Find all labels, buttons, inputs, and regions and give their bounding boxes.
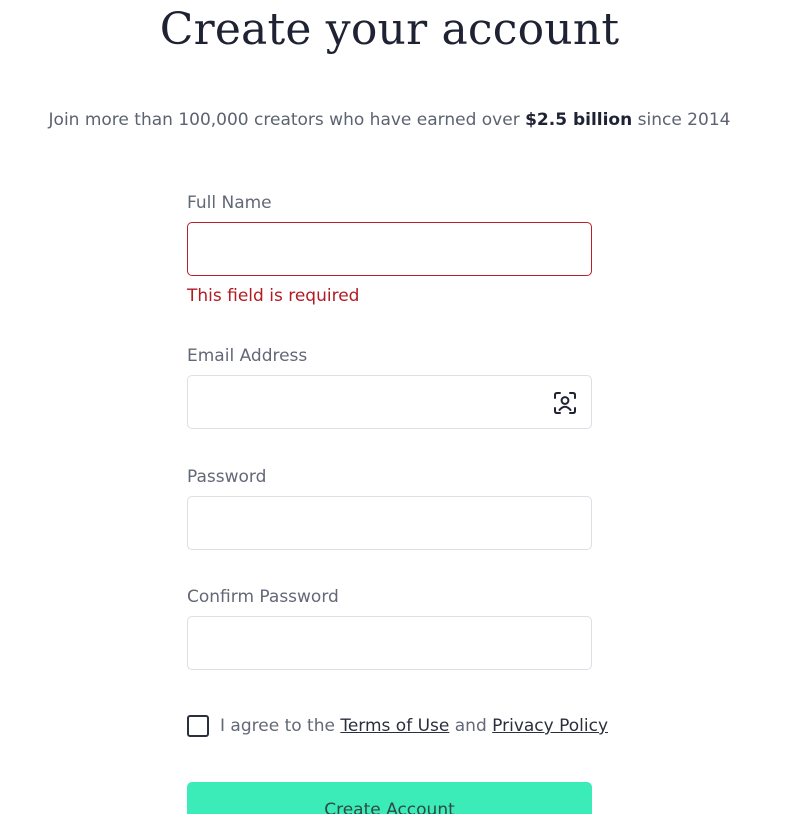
subtitle-suffix: since 2014 xyxy=(632,110,731,130)
agree-middle: and xyxy=(449,716,493,736)
page-subtitle: Join more than 100,000 creators who have… xyxy=(0,108,779,132)
full-name-field[interactable] xyxy=(187,222,592,276)
agree-text: I agree to the Terms of Use and Privacy … xyxy=(220,714,608,738)
signup-page: Create your account Join more than 100,0… xyxy=(0,0,795,814)
full-name-label: Full Name xyxy=(187,193,272,213)
create-account-button[interactable]: Create Account xyxy=(187,782,592,814)
password-label: Password xyxy=(187,467,267,487)
password-field[interactable] xyxy=(187,496,592,550)
contact-autofill-icon[interactable] xyxy=(552,390,578,416)
terms-of-use-link[interactable]: Terms of Use xyxy=(340,716,449,736)
subtitle-prefix: Join more than 100,000 creators who have… xyxy=(48,110,526,130)
subtitle-highlight: $2.5 billion xyxy=(525,110,633,130)
confirm-password-label: Confirm Password xyxy=(187,587,339,607)
full-name-error: This field is required xyxy=(187,286,360,306)
privacy-policy-link[interactable]: Privacy Policy xyxy=(492,716,608,736)
agree-prefix: I agree to the xyxy=(220,716,341,736)
confirm-password-field[interactable] xyxy=(187,616,592,670)
agree-checkbox[interactable] xyxy=(187,715,209,737)
email-label: Email Address xyxy=(187,346,308,366)
page-title: Create your account xyxy=(159,4,620,55)
email-field[interactable] xyxy=(187,375,592,429)
